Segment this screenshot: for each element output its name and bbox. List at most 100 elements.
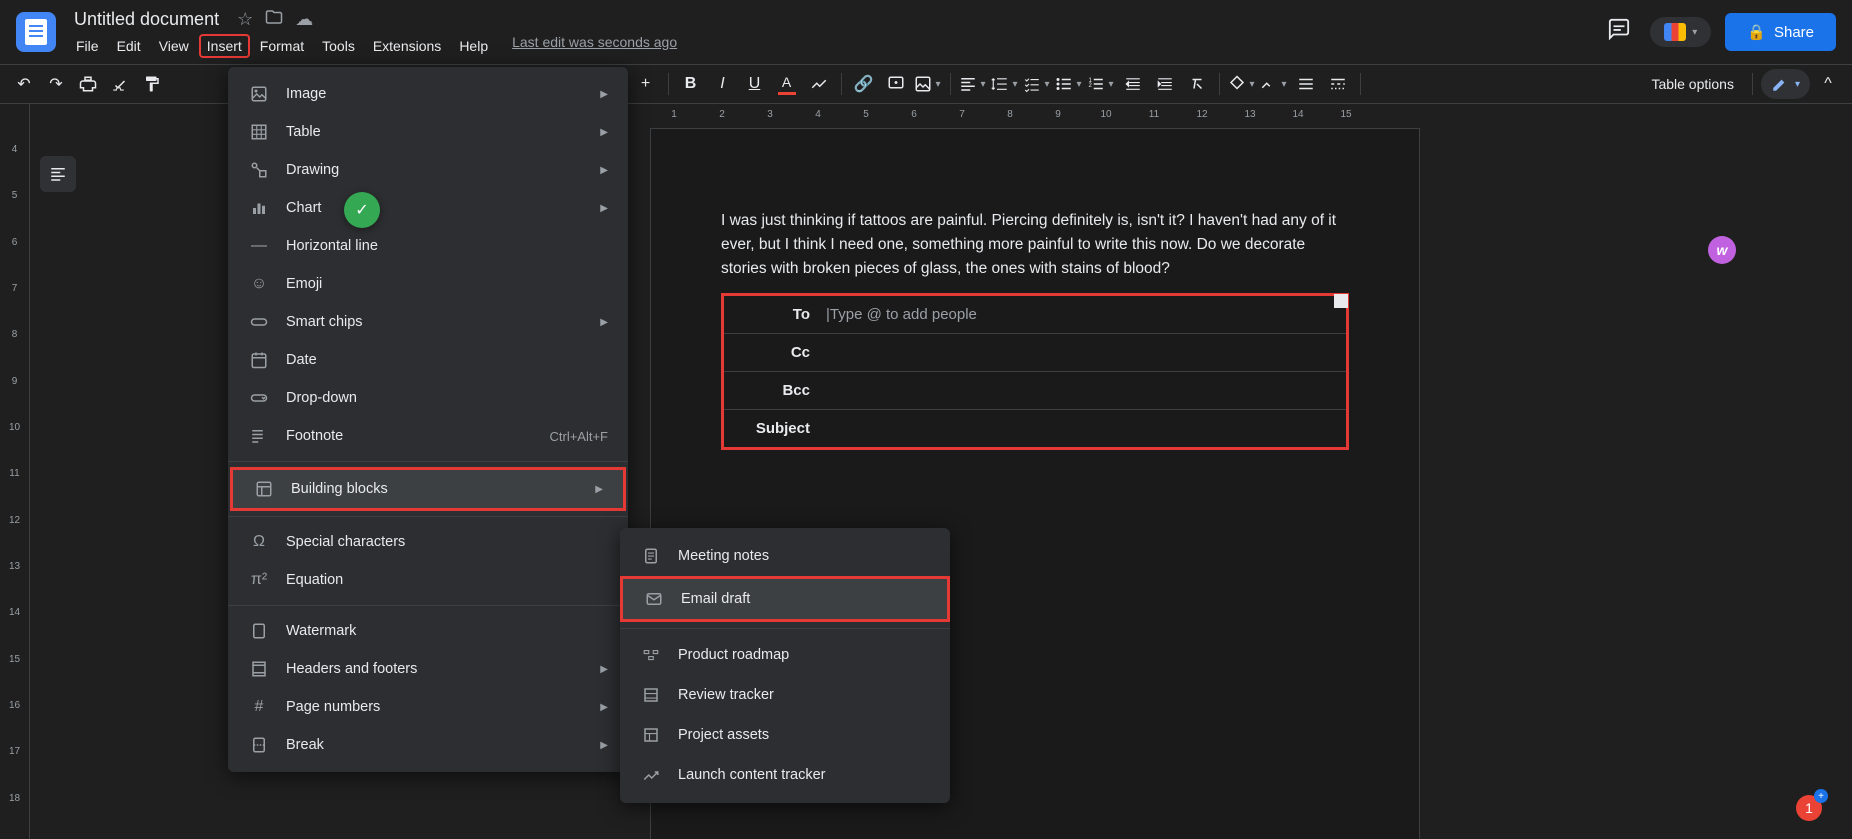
vertical-ruler: 4 5 6 7 8 9 10 11 12 13 14 15 16 17 18 [0,104,30,839]
undo-button[interactable]: ↶ [10,70,38,98]
menu-view[interactable]: View [151,34,197,58]
italic-button[interactable]: I [709,70,737,98]
omega-icon: Ω [248,531,270,553]
menubar: File Edit View Insert Format Tools Exten… [68,34,1602,58]
horizontal-line-icon: — [248,235,270,257]
drawing-icon [248,159,270,181]
insert-watermark[interactable]: Watermark [228,612,628,650]
email-subject-label: Subject [736,420,826,437]
insert-table[interactable]: Table▶ [228,113,628,151]
insert-headers-footers[interactable]: Headers and footers▶ [228,650,628,688]
document-title[interactable]: Untitled document [68,7,225,32]
star-icon[interactable]: ☆ [237,9,253,30]
collaborator-avatar[interactable]: w [1708,236,1736,264]
insert-emoji[interactable]: ☺ Emoji [228,265,628,303]
hash-icon: # [248,696,270,718]
insert-chart[interactable]: Chart▶ [228,189,628,227]
plus-icon: + [1814,789,1828,803]
border-width-button[interactable] [1292,70,1320,98]
last-edit-link[interactable]: Last edit was seconds ago [512,34,677,58]
outdent-button[interactable] [1119,70,1147,98]
insert-building-blocks[interactable]: Building blocks▶ [230,467,626,511]
assets-icon [640,724,662,746]
insert-special-characters[interactable]: Ω Special characters [228,523,628,561]
horizontal-ruler: 123 456 789 101112 131415 [650,104,1632,124]
insert-date[interactable]: Date [228,341,628,379]
meet-icon [1664,23,1686,41]
submenu-email-draft[interactable]: Email draft [620,576,950,622]
comment-history-icon[interactable] [1602,12,1636,52]
body-paragraph[interactable]: I was just thinking if tattoos are painf… [721,209,1349,281]
comment-button[interactable] [882,70,910,98]
menu-extensions[interactable]: Extensions [365,34,449,58]
insert-equation[interactable]: π² Equation [228,561,628,599]
fill-color-button[interactable] [1228,70,1256,98]
submenu-review-tracker[interactable]: Review tracker [620,675,950,715]
submenu-meeting-notes[interactable]: Meeting notes [620,536,950,576]
expand-toolbar-button[interactable]: ^ [1814,70,1842,98]
email-draft-block[interactable]: To |Type @ to add people Cc Bcc Subject [721,293,1349,450]
insert-drawing[interactable]: Drawing▶ [228,151,628,189]
footnote-icon [248,425,270,447]
building-blocks-submenu: Meeting notes Email draft Product roadma… [620,528,950,803]
border-style-button[interactable] [1324,70,1352,98]
email-to-input[interactable]: |Type @ to add people [826,306,1334,323]
bullet-list-button[interactable] [1055,70,1083,98]
share-button[interactable]: 🔒 Share [1725,13,1836,51]
line-spacing-button[interactable] [991,70,1019,98]
roadmap-icon [640,644,662,666]
font-size-plus[interactable]: + [632,70,660,98]
notification-badge[interactable]: 1 + [1796,795,1822,821]
insert-image[interactable]: Image▶ [228,75,628,113]
move-icon[interactable] [265,8,283,31]
submenu-launch-tracker[interactable]: Launch content tracker [620,755,950,795]
insert-horizontal-line[interactable]: — Horizontal line [228,227,628,265]
menu-insert[interactable]: Insert [199,34,250,58]
building-blocks-icon [253,478,275,500]
checklist-button[interactable] [1023,70,1051,98]
text-color-button[interactable]: A [773,70,801,98]
insert-footnote[interactable]: FootnoteCtrl+Alt+F [228,417,628,455]
indent-button[interactable] [1151,70,1179,98]
email-icon [643,588,665,610]
menu-edit[interactable]: Edit [109,34,149,58]
image-icon [248,83,270,105]
menu-format[interactable]: Format [252,34,312,58]
paint-format-button[interactable] [138,70,166,98]
link-button[interactable]: 🔗 [850,70,878,98]
svg-text:2: 2 [1089,83,1093,89]
cloud-icon[interactable]: ☁ [295,9,313,30]
menu-tools[interactable]: Tools [314,34,363,58]
table-handle[interactable] [1334,294,1348,308]
docs-logo[interactable] [16,12,56,52]
insert-smart-chips[interactable]: Smart chips▶ [228,303,628,341]
image-button[interactable] [914,70,942,98]
menu-help[interactable]: Help [451,34,496,58]
insert-page-numbers[interactable]: # Page numbers▶ [228,688,628,726]
highlight-button[interactable] [805,70,833,98]
border-color-button[interactable] [1260,70,1288,98]
submenu-project-assets[interactable]: Project assets [620,715,950,755]
emoji-icon: ☺ [248,273,270,295]
headers-icon [248,658,270,680]
dropdown-icon [248,387,270,409]
clear-format-button[interactable] [1183,70,1211,98]
underline-button[interactable]: U [741,70,769,98]
submenu-product-roadmap[interactable]: Product roadmap [620,635,950,675]
numbered-list-button[interactable]: 12 [1087,70,1115,98]
insert-dropdown[interactable]: Drop-down [228,379,628,417]
menu-file[interactable]: File [68,34,107,58]
insert-break[interactable]: Break▶ [228,726,628,764]
spellcheck-button[interactable] [106,70,134,98]
notes-icon [640,545,662,567]
email-bcc-label: Bcc [736,382,826,399]
redo-button[interactable]: ↷ [42,70,70,98]
calendar-icon [248,349,270,371]
table-options-button[interactable]: Table options [1641,76,1744,92]
bold-button[interactable]: B [677,70,705,98]
meet-button[interactable]: ▾ [1650,17,1711,47]
table-icon [248,121,270,143]
editing-mode-button[interactable]: ▾ [1761,69,1810,99]
print-button[interactable] [74,70,102,98]
align-button[interactable] [959,70,987,98]
